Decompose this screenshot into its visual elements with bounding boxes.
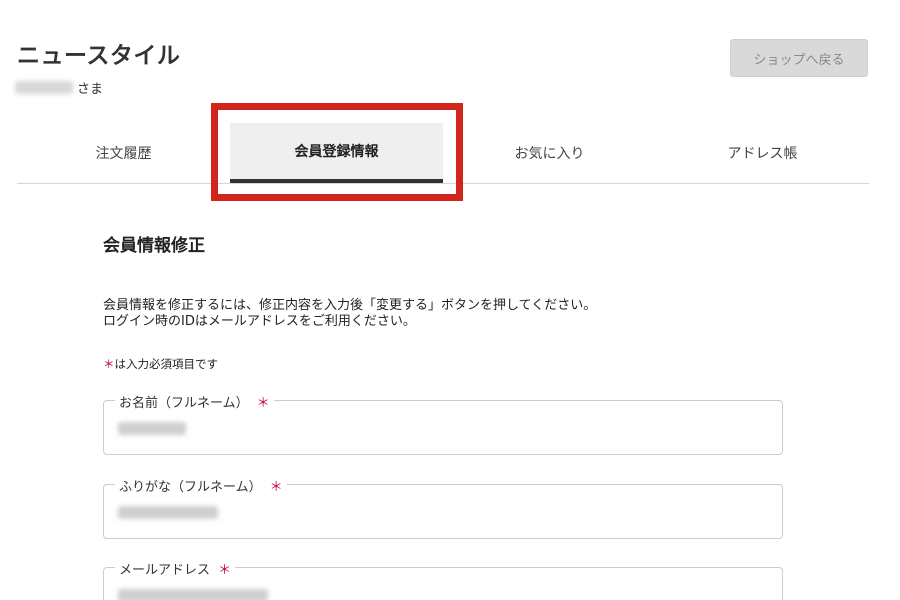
intro-line-1: 会員情報を修正するには、修正内容を入力後「変更する」ボタンを押してください。: [103, 298, 597, 313]
user-greeting: さま: [15, 78, 103, 97]
blurred-name-value: [118, 422, 186, 435]
intro-text: 会員情報を修正するには、修正内容を入力後「変更する」ボタンを押してください。 ロ…: [103, 298, 596, 330]
tab-address-book[interactable]: アドレス帳: [656, 123, 869, 183]
furigana-field-label: ふりがな（フルネーム） ＊: [115, 476, 287, 495]
account-tabs: 注文履歴 会員登録情報 お気に入り アドレス帳: [17, 108, 869, 184]
required-mark: ＊: [269, 480, 283, 495]
email-field[interactable]: メールアドレス ＊: [103, 559, 783, 600]
required-mark: ＊: [103, 357, 115, 371]
required-note: ＊は入力必須項目です: [103, 356, 218, 372]
required-mark: ＊: [218, 563, 232, 578]
tab-member-info[interactable]: 会員登録情報: [230, 123, 443, 183]
tab-favorites[interactable]: お気に入り: [443, 123, 656, 183]
email-label-text: メールアドレス: [119, 563, 211, 578]
furigana-field[interactable]: ふりがな（フルネーム） ＊: [103, 476, 783, 539]
shop-title: ニュースタイル: [17, 43, 181, 69]
required-note-text: は入力必須項目です: [114, 357, 219, 371]
name-field-label: お名前（フルネーム） ＊: [115, 392, 274, 411]
furigana-label-text: ふりがな（フルネーム）: [119, 480, 262, 495]
required-mark: ＊: [256, 396, 270, 411]
tab-order-history[interactable]: 注文履歴: [17, 123, 230, 183]
name-label-text: お名前（フルネーム）: [119, 396, 249, 411]
email-field-label: メールアドレス ＊: [115, 559, 236, 578]
back-to-shop-button[interactable]: ショップへ戻る: [730, 39, 868, 77]
user-suffix: さま: [77, 82, 104, 97]
section-title: 会員情報修正: [103, 236, 205, 256]
intro-line-2: ログイン時のIDはメールアドレスをご利用ください。: [103, 314, 416, 329]
blurred-furigana-value: [118, 506, 218, 519]
blurred-email-value: [118, 589, 268, 600]
blurred-user-name: [15, 81, 73, 94]
name-field[interactable]: お名前（フルネーム） ＊: [103, 392, 783, 455]
